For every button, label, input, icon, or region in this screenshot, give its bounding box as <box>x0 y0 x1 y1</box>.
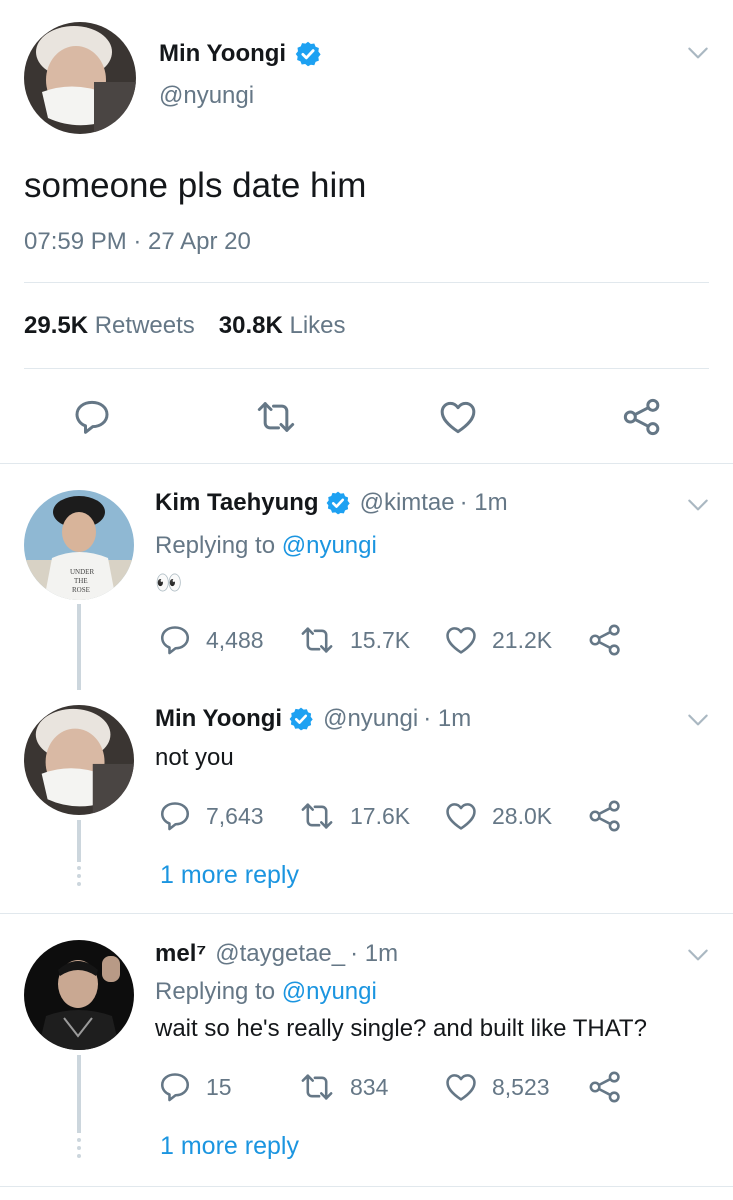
share-action[interactable] <box>588 799 622 833</box>
avatar-image <box>24 940 134 1050</box>
author-display-name[interactable]: Min Yoongi <box>155 705 282 733</box>
retweet-count: 834 <box>350 1073 389 1100</box>
like-icon <box>444 623 478 657</box>
more-replies-link[interactable]: 1 more reply <box>160 861 299 890</box>
section-divider <box>0 1186 733 1187</box>
avatar-image <box>24 22 136 134</box>
replying-to: Replying to @nyungi <box>155 978 377 1006</box>
retweets-label: Retweets <box>94 312 195 339</box>
reply-text: not you <box>155 744 234 771</box>
replying-to-link[interactable]: @nyungi <box>282 978 377 1005</box>
like-count: 21.2K <box>492 626 553 653</box>
section-divider <box>0 463 733 464</box>
retweet-count: 15.7K <box>350 626 411 653</box>
retweet-action[interactable]: 15.7K <box>298 623 410 657</box>
like-icon <box>444 1070 478 1104</box>
divider <box>24 368 709 369</box>
reply-action[interactable]: 4,488 <box>158 623 264 657</box>
likes-stat[interactable]: 30.8K Likes <box>219 312 346 340</box>
like-count: 28.0K <box>492 802 553 829</box>
reply-text: 👀 <box>155 570 183 595</box>
thread-line <box>77 820 81 862</box>
tweet-time[interactable]: · 1m <box>423 705 471 733</box>
tweet-time[interactable]: · 1m <box>350 940 398 968</box>
tweet-time[interactable]: · 1m <box>460 489 508 517</box>
chevron-down-icon[interactable] <box>685 40 711 66</box>
reply-count: 15 <box>206 1073 232 1100</box>
like-icon[interactable] <box>438 397 478 437</box>
reply-action[interactable]: 7,643 <box>158 799 264 833</box>
avatar-main-tweet[interactable] <box>24 22 136 134</box>
tweet-timestamp[interactable]: 07:59 PM · 27 Apr 20 <box>24 228 251 256</box>
replying-to-prefix: Replying to <box>155 532 276 559</box>
author-display-name[interactable]: Kim Taehyung <box>155 489 319 517</box>
like-action[interactable]: 28.0K <box>444 799 552 833</box>
retweet-icon <box>298 1070 336 1104</box>
replying-to: Replying to @nyungi <box>155 532 377 560</box>
like-icon <box>444 799 478 833</box>
reply-icon <box>158 1070 192 1104</box>
replying-to-prefix: Replying to <box>155 978 276 1005</box>
replying-to-link[interactable]: @nyungi <box>282 532 377 559</box>
thread-continuation-dots <box>77 866 81 890</box>
thread-line <box>77 604 81 690</box>
avatar-shirt-text: THE <box>74 577 88 585</box>
chevron-down-icon[interactable] <box>685 707 711 733</box>
retweet-icon <box>298 799 336 833</box>
avatar-reply-3[interactable] <box>24 940 134 1050</box>
section-divider <box>0 913 733 914</box>
share-icon[interactable] <box>622 397 662 437</box>
thread-continuation-dots <box>77 1138 81 1162</box>
author-handle[interactable]: @taygetae_ <box>215 940 345 968</box>
author-display-name[interactable]: Min Yoongi <box>159 40 286 68</box>
reply-text: wait so he's really single? and built li… <box>155 1015 647 1042</box>
like-action[interactable]: 8,523 <box>444 1070 550 1104</box>
retweet-action[interactable]: 17.6K <box>298 799 410 833</box>
reply-icon[interactable] <box>72 397 112 437</box>
reply-count: 4,488 <box>206 626 264 653</box>
engagement-stats: 29.5K Retweets 30.8K Likes <box>24 312 346 340</box>
retweet-icon <box>298 623 336 657</box>
retweets-stat[interactable]: 29.5K Retweets <box>24 312 195 340</box>
thread-line <box>77 1055 81 1133</box>
avatar-shirt-text: UNDER <box>70 568 94 576</box>
chevron-down-icon[interactable] <box>685 942 711 968</box>
like-count: 8,523 <box>492 1073 550 1100</box>
author-handle[interactable]: @nyungi <box>323 705 418 733</box>
likes-count: 30.8K <box>218 312 283 339</box>
likes-label: Likes <box>289 312 346 339</box>
retweet-action[interactable]: 834 <box>298 1070 388 1104</box>
reply-icon <box>158 799 192 833</box>
tweet-text: someone pls date him <box>24 166 367 205</box>
reply-icon <box>158 623 192 657</box>
author-handle[interactable]: @nyungi <box>159 82 254 110</box>
more-replies-link[interactable]: 1 more reply <box>160 1132 299 1161</box>
author-handle[interactable]: @kimtae <box>360 489 455 517</box>
share-icon <box>588 1070 622 1104</box>
reply-action[interactable]: 15 <box>158 1070 232 1104</box>
share-action[interactable] <box>588 623 622 657</box>
retweet-count: 17.6K <box>350 802 411 829</box>
like-action[interactable]: 21.2K <box>444 623 552 657</box>
avatar-reply-2[interactable] <box>24 705 134 815</box>
reply-count: 7,643 <box>206 802 264 829</box>
avatar-image <box>24 705 134 815</box>
share-action[interactable] <box>588 1070 622 1104</box>
share-icon <box>588 799 622 833</box>
avatar-reply-1[interactable]: UNDER THE ROSE <box>24 490 134 600</box>
chevron-down-icon[interactable] <box>685 492 711 518</box>
share-icon <box>588 623 622 657</box>
verified-badge-icon <box>288 706 314 732</box>
verified-badge-icon <box>325 490 351 516</box>
retweet-icon[interactable] <box>254 397 298 437</box>
divider <box>24 282 709 283</box>
author-display-name[interactable]: mel⁷ <box>155 940 206 968</box>
avatar-image: UNDER THE ROSE <box>24 490 134 600</box>
retweets-count: 29.5K <box>24 312 89 339</box>
verified-badge-icon <box>294 40 322 68</box>
avatar-shirt-text: ROSE <box>72 586 90 594</box>
